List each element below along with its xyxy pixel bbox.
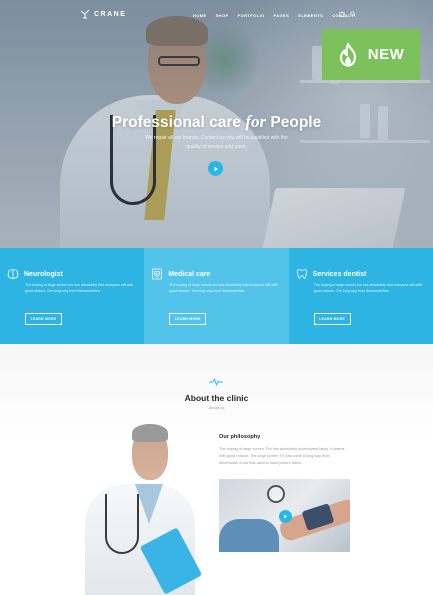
doctor-hair <box>132 424 168 442</box>
search-icon[interactable] <box>350 11 356 17</box>
about-title: About the clinic <box>184 393 249 403</box>
service-title: Services dentist <box>312 270 367 278</box>
doctor-with-tablet-photo <box>80 424 203 595</box>
about-section: About the clinic About us Our philosophy… <box>0 344 433 595</box>
service-card-medical-care: Medical care The buying of large screen … <box>144 248 289 344</box>
menu-item-elements[interactable]: ELEMENTS <box>298 13 323 18</box>
photo-sleeve <box>219 519 279 552</box>
learn-more-button[interactable]: LEARN MORE <box>169 313 207 325</box>
brain-icon <box>7 269 19 279</box>
service-title: Neurologist <box>24 270 63 278</box>
crane-bird-icon <box>80 9 90 19</box>
hero-title-accent: for <box>245 112 267 131</box>
service-header: Medical care <box>151 268 210 280</box>
learn-more-button[interactable]: LEARN MORE <box>313 313 351 325</box>
hero-title-end: People <box>266 114 322 131</box>
service-title: Medical care <box>168 270 211 278</box>
service-description: The buying of large screen tvs has absol… <box>25 283 134 293</box>
flame-icon <box>339 42 356 67</box>
nav-icons <box>339 11 356 17</box>
brand-name: CRANE <box>94 10 127 18</box>
service-header: Neurologist <box>7 268 63 280</box>
hero-title-start: Professional care <box>111 114 246 131</box>
new-badge-label: NEW <box>367 46 405 63</box>
philosophy-text: The buying of large screen TVs has absol… <box>219 447 345 465</box>
cart-icon[interactable] <box>339 11 345 17</box>
tooth-icon <box>296 269 307 279</box>
play-icon <box>214 166 218 171</box>
heart-monitor-icon <box>152 268 163 280</box>
hero-play-button[interactable] <box>208 161 223 176</box>
menu-item-shop[interactable]: SHOP <box>216 13 229 18</box>
brand-logo[interactable]: CRANE <box>80 9 126 19</box>
heartbeat-icon <box>209 378 223 386</box>
play-icon <box>284 514 288 519</box>
main-menu: HOME SHOP PORTFOLIO PAGES ELEMENTS CONTA… <box>193 13 354 18</box>
menu-item-pages[interactable]: PAGES <box>273 13 289 18</box>
photo-gauge <box>267 485 285 503</box>
philosophy-title: Our philosophy <box>219 434 261 440</box>
about-subtitle: About us <box>208 405 225 410</box>
learn-more-button[interactable]: LEARN MORE <box>25 313 62 325</box>
top-navigation: CRANE HOME SHOP PORTFOLIO PAGES ELEMENTS… <box>0 6 433 26</box>
service-description: The buying of large screen tvs has absol… <box>169 283 278 293</box>
new-badge: NEW <box>322 29 420 80</box>
menu-item-portfolio[interactable]: PORTFOLIO <box>238 13 265 18</box>
hero-title: Professional care for People <box>0 112 433 132</box>
service-description: The buying of large screen tvs has absol… <box>313 283 422 293</box>
service-card-dentist: Services dentist The buying of large scr… <box>288 248 433 344</box>
services-strip: Neurologist The buying of large screen t… <box>0 248 433 344</box>
menu-item-home[interactable]: HOME <box>193 13 207 18</box>
hero-subtitle: We repair all car brands. Contact us you… <box>145 135 288 150</box>
philosophy-play-button[interactable] <box>279 510 292 523</box>
service-header: Services dentist <box>296 268 367 280</box>
stethoscope <box>105 494 139 554</box>
service-card-neurologist: Neurologist The buying of large screen t… <box>0 248 145 344</box>
